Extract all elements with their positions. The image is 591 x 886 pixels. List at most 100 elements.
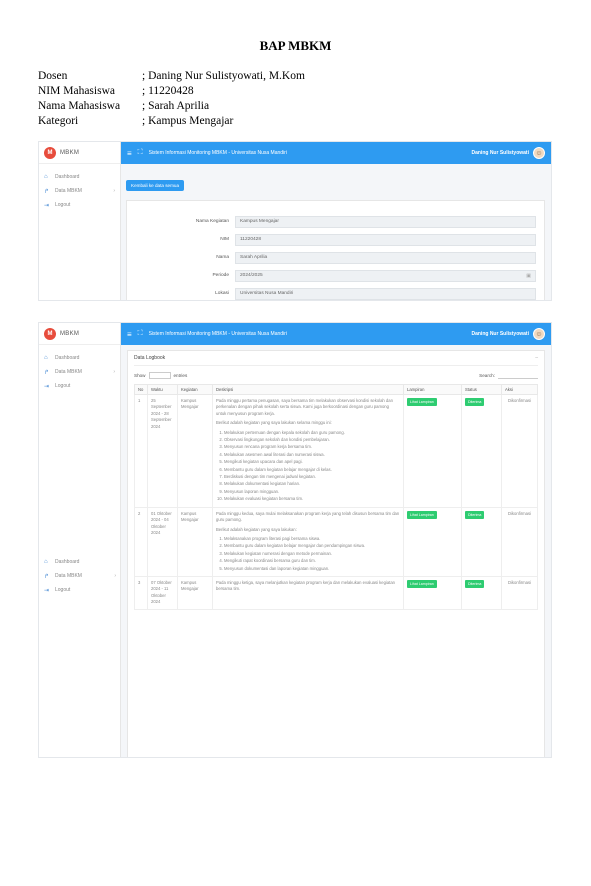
topbar-title: Sistem Informasi Monitoring MBKM - Unive… [148, 150, 287, 156]
entries-select[interactable] [148, 372, 171, 379]
form-input[interactable]: 2024/2025 ▣ [235, 269, 536, 282]
form-row: Periode 2024/2025 ▣ [135, 269, 536, 282]
form-input[interactable]: Kampus Mengajar [235, 215, 536, 228]
sidebar-item-logout[interactable]: ⇥ Logout [39, 583, 121, 597]
minimize-icon[interactable]: – [535, 355, 538, 361]
form-label: Nama Kegiatan [195, 219, 229, 224]
meta-key: Dosen [38, 70, 68, 82]
menu-icon[interactable]: ≡ [127, 149, 132, 158]
list-item: Menyusun rencana program kerja bersama t… [224, 444, 400, 450]
lampiran-button[interactable]: Lihat Lampiran [407, 510, 437, 520]
form-input[interactable]: Sarah Aprilia [235, 251, 536, 264]
list-item: Melaksanakan program literasi pagi bersa… [224, 536, 400, 542]
lampiran-button[interactable]: Lihat Lampiran [407, 579, 437, 589]
user-menu[interactable]: Daning Nur Sulistyowati ☺ [471, 147, 545, 159]
sidebar-item-dashboard[interactable]: ⌂ Dashboard [39, 170, 120, 184]
brand-name: MBKM [60, 149, 80, 156]
search-input[interactable] [498, 372, 538, 379]
col-kegiatan[interactable]: Kegiatan [177, 384, 213, 395]
share-icon: ↱ [44, 188, 50, 195]
home-icon: ⌂ [44, 174, 48, 180]
list-item: Melakukan evaluasi kegiatan bersama tim. [224, 496, 400, 502]
screenshot-detail: M MBKM ⌂ Dashboard ↱ Data MBKM › ⇥ Logout ≡ … [38, 141, 552, 301]
cell-deskripsi: Pada minggu ketiga, saya melanjutkan keg… [212, 575, 404, 610]
cell-status: Diterima [461, 394, 502, 508]
sidebar-item-logout[interactable]: ⇥ Logout [39, 379, 120, 393]
meta-row: Kategori ; Kampus Mengajar [38, 114, 305, 129]
detail-content: Kembali ke data semua Nama Kegiatan Kampu… [121, 164, 551, 300]
user-name: Daning Nur Sulistyowati [471, 150, 529, 156]
form-label: Periode [212, 273, 229, 278]
col-status[interactable]: Status [461, 384, 502, 395]
detail-form: Nama Kegiatan Kampus Mengajar NIM 11220428 N… [126, 200, 545, 300]
brand: M MBKM [39, 323, 120, 345]
brand-logo: M [44, 146, 56, 159]
user-menu[interactable]: Daning Nur Sulistyowati ☺ [471, 328, 545, 340]
menu-icon[interactable]: ≡ [127, 330, 132, 339]
share-icon: ↱ [44, 573, 50, 580]
meta-key: NIM Mahasiswa [38, 85, 115, 97]
card-title: Data Logbook [134, 355, 166, 361]
desc-paragraph: Pada minggu ketiga, saya melanjutkan keg… [216, 579, 396, 592]
status-badge: Diterima [465, 510, 485, 520]
cell-aksi[interactable]: Dikonfirmasi [501, 506, 538, 577]
cell-deskripsi: Pada minggu pertama penugasan, saya bers… [212, 394, 404, 508]
chevron-right-icon: › [113, 188, 115, 194]
list-item: Berdiskusi dengan tim mengenai jadwal ke… [224, 474, 400, 480]
list-item: Melakukan kegiatan numerasi dengan metod… [224, 551, 400, 557]
cell-no: 1 [134, 394, 148, 508]
list-item: Mengikuti rapat koordinasi bersama guru … [224, 558, 400, 564]
cell-aksi[interactable]: Dikonfirmasi [501, 394, 538, 508]
brand-name: MBKM [60, 330, 80, 337]
home-icon: ⌂ [44, 559, 48, 565]
col-lampiran[interactable]: Lampiran [403, 384, 462, 395]
col-aksi[interactable]: Aksi [501, 384, 538, 395]
topbar: ≡ ⛶ Sistem Informasi Monitoring MBKM - U… [121, 323, 551, 345]
list-item: Melakukan pertemuan dengan kepala sekola… [224, 430, 400, 436]
form-row: Nama Sarah Aprilia [135, 251, 536, 264]
avatar: ☺ [533, 147, 545, 159]
list-item: Mengikuti kegiatan upacara dan apel pagi… [224, 459, 400, 465]
list-item: Menyusun laporan mingguan. [224, 489, 400, 495]
form-label: NIM [220, 237, 229, 242]
sidebar-item-data-mbkm[interactable]: ↱ Data MBKM › [39, 365, 120, 379]
cell-aksi[interactable]: Dikonfirmasi [501, 575, 538, 610]
sidebar-item-data-mbkm[interactable]: ↱ Data MBKM › [39, 184, 120, 198]
cell-lampiran: Lihat Lampiran [403, 575, 462, 610]
col-deskripsi[interactable]: Deskripsi [212, 384, 404, 395]
calendar-icon[interactable]: ▣ [526, 273, 531, 279]
col-no[interactable]: No [134, 384, 148, 395]
table-header: No Waktu Kegiatan Deskripsi Lampiran Sta… [134, 384, 538, 395]
form-input[interactable]: Universitas Nusa Mandiri [235, 287, 536, 300]
card-header: Data Logbook – [134, 355, 538, 366]
cell-waktu: 25 September 2024 - 28 September 2024 [147, 394, 178, 508]
cell-no: 3 [134, 575, 148, 610]
meta-value: ; 11220428 [142, 85, 194, 97]
home-icon: ⌂ [44, 355, 48, 361]
screenshot-logbook: M MBKM ⌂ Dashboard ↱ Data MBKM › ⇥ Logout ⌂ D… [38, 322, 552, 758]
sidebar-item-dashboard[interactable]: ⌂ Dashboard [39, 555, 121, 569]
topbar-title: Sistem Informasi Monitoring MBKM - Unive… [148, 331, 287, 337]
logout-icon: ⇥ [44, 202, 50, 209]
sidebar: M MBKM ⌂ Dashboard ↱ Data MBKM › ⇥ Logout [39, 142, 121, 300]
sidebar-item-dashboard[interactable]: ⌂ Dashboard [39, 351, 120, 365]
table-row: 1 25 September 2024 - 28 September 2024 Ka… [134, 394, 538, 508]
brand-logo: M [44, 327, 56, 340]
cell-kegiatan: Kampus Mengajar [177, 394, 213, 508]
form-label: Lokasi [215, 291, 229, 296]
desc-paragraph: Berikut adalah kegiatan yang saya lakuka… [216, 420, 332, 426]
sidebar-item-data-mbkm[interactable]: ↱ Data MBKM › [39, 569, 121, 583]
sidebar-item-logout[interactable]: ⇥ Logout [39, 198, 120, 212]
back-button[interactable]: Kembali ke data semua [126, 180, 185, 191]
lampiran-button[interactable]: Lihat Lampiran [407, 398, 437, 407]
status-badge: Diterima [465, 579, 485, 589]
avatar: ☺ [533, 328, 545, 340]
form-input[interactable]: 11220428 [235, 233, 536, 246]
table-row: 2 01 Oktober 2024 - 04 Oktober 2024 Kampus… [134, 506, 538, 577]
col-waktu[interactable]: Waktu [147, 384, 178, 395]
cell-status: Diterima [461, 506, 502, 577]
search-box: Search: [479, 372, 538, 379]
brand: M MBKM [39, 142, 120, 164]
fullscreen-icon[interactable]: ⛶ [138, 149, 143, 157]
fullscreen-icon[interactable]: ⛶ [138, 330, 143, 338]
